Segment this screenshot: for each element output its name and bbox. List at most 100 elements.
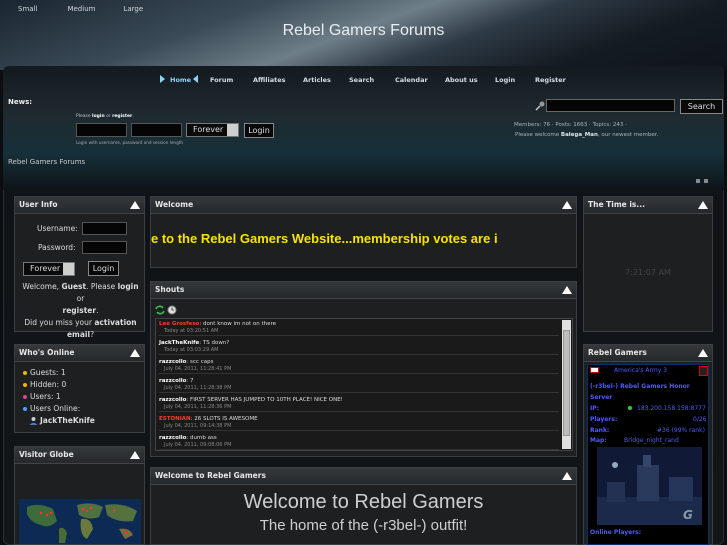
shout-text: scc caps xyxy=(190,359,214,365)
ip-label: IP: xyxy=(590,405,600,412)
time-clock: 7:21:07 AM xyxy=(625,268,671,277)
hint-login-link[interactable]: login xyxy=(92,114,105,119)
map-preview-image: G xyxy=(597,447,702,525)
shout-author-link[interactable]: razzcollo xyxy=(159,397,186,403)
nav-articles[interactable]: Articles xyxy=(303,76,331,84)
username-input[interactable] xyxy=(82,222,127,235)
shout-timestamp: July 04, 2011, 11:28:36 PM xyxy=(164,404,232,410)
header-session-select[interactable]: Forever xyxy=(186,123,239,137)
breadcrumb[interactable]: Rebel Gamers Forums xyxy=(8,158,85,166)
site-title: Rebel Gamers Forums xyxy=(282,22,445,39)
main-navbar: Home Forum Affiliates Articles Search Ca… xyxy=(150,70,586,90)
shout-message: razzcollo: dumb ass xyxy=(159,435,217,441)
nav-about-us[interactable]: About us xyxy=(445,76,478,84)
shout-author-link[interactable]: Lee Grosfeso xyxy=(159,321,199,327)
register-link[interactable]: register xyxy=(63,306,97,315)
login-button[interactable]: Login xyxy=(88,261,119,276)
header-password-input[interactable] xyxy=(131,123,182,137)
rebel-gamers-title: Rebel Gamers xyxy=(584,345,712,362)
collapse-icon[interactable] xyxy=(130,451,140,459)
search-button[interactable]: Search xyxy=(680,99,723,114)
server-name[interactable]: (-r3bel-) Rebel Gamers Honor Server xyxy=(590,381,708,403)
shout-text: dumb ass xyxy=(190,435,217,441)
user-info-panel: User Info Username: Password: Forever Lo… xyxy=(14,196,145,339)
shout-timestamp: July 04, 2011, 09:08:06 PM xyxy=(164,442,232,448)
nav-affiliates[interactable]: Affiliates xyxy=(253,76,286,84)
shout-author-link[interactable]: razzcollo xyxy=(159,378,186,384)
online-member-link[interactable]: JackTheKnife xyxy=(40,416,95,425)
collapse-icon[interactable] xyxy=(698,201,708,209)
login-hint: Please login or register. xyxy=(76,114,134,119)
shout-text: 26 SLOTS IS AWESOME xyxy=(194,416,258,422)
shout-author-link[interactable]: ESTONIAN xyxy=(159,416,191,422)
welcome-title: Welcome xyxy=(151,197,576,214)
welcome-guest-text: Welcome, Guest. Please login or register… xyxy=(22,282,139,339)
text-size-small[interactable]: Small xyxy=(18,5,37,13)
whos-online-panel: Who's Online Guests: 1 Hidden: 0 Users: … xyxy=(14,344,145,433)
nav-login[interactable]: Login xyxy=(495,76,515,84)
status-dot-icon xyxy=(23,371,27,375)
email-link[interactable]: email xyxy=(67,330,90,339)
shout-scrollbar[interactable] xyxy=(562,320,571,449)
hint-register-link[interactable]: register xyxy=(112,114,132,119)
collapse-icon[interactable] xyxy=(130,349,140,357)
nav-search[interactable]: Search xyxy=(349,76,374,84)
newest-member-link[interactable]: Balega_Man xyxy=(561,132,598,138)
nav-forum[interactable]: Forum xyxy=(210,76,233,84)
time-title: The Time is... xyxy=(584,197,712,214)
status-dot-icon xyxy=(23,395,27,399)
text-size-large[interactable]: Large xyxy=(123,5,143,13)
password-input[interactable] xyxy=(82,241,127,254)
search-input[interactable] xyxy=(546,99,675,112)
collapse-icon[interactable] xyxy=(562,201,572,209)
users-online-label: Users Online: xyxy=(30,404,81,413)
nav-home[interactable]: Home xyxy=(170,76,191,84)
online-players-label: Online Players: xyxy=(590,529,642,536)
shout-author-link[interactable]: JackTheKnife xyxy=(159,340,199,346)
collapse-icon[interactable] xyxy=(130,201,140,209)
game-icon xyxy=(699,366,708,376)
shout-item: razzcollo: 7 July 04, 2011, 11:28:38 PM xyxy=(159,377,559,393)
collapse-icon[interactable] xyxy=(698,349,708,357)
shout-author-link[interactable]: razzcollo xyxy=(159,435,186,441)
server-online-icon xyxy=(628,406,632,410)
shout-item: Lee Grosfeso: dont know im not on there T… xyxy=(159,320,559,336)
header-login-button[interactable]: Login xyxy=(244,123,274,138)
user-icon xyxy=(29,417,38,425)
username-label: Username: xyxy=(37,224,78,233)
server-players: 0/26 xyxy=(693,416,707,423)
refresh-icon[interactable] xyxy=(155,305,165,315)
shout-author-link[interactable]: razzcollo xyxy=(159,359,186,365)
time-panel: The Time is... 7:21:07 AM xyxy=(583,196,713,332)
collapse-icon[interactable] xyxy=(562,286,572,294)
shout-item: razzcollo: FIRST SERVER HAS JUMPED TO 10… xyxy=(159,396,559,412)
shout-message: razzcollo: 7 xyxy=(159,378,194,384)
server-ip: 183.200.158.158:8777 xyxy=(637,405,706,412)
nav-calendar[interactable]: Calendar xyxy=(395,76,428,84)
clock-icon[interactable] xyxy=(167,305,177,315)
activation-link[interactable]: activation xyxy=(94,318,136,327)
login-link[interactable]: login xyxy=(118,282,139,291)
shout-item: ESTONIAN: 26 SLOTS IS AWESOME July 04, 20… xyxy=(159,415,559,431)
globe-map-image[interactable] xyxy=(19,499,141,544)
shout-text: FIRST SERVER HAS JUMPED TO 10TH PLACE! N… xyxy=(190,397,343,403)
shout-timestamp: Today at 03:03:29 AM xyxy=(164,347,219,353)
header-username-input[interactable] xyxy=(76,123,127,137)
news-label: News: xyxy=(8,98,33,106)
header-dots xyxy=(696,179,708,183)
status-dot-icon xyxy=(23,407,27,411)
password-label: Password: xyxy=(38,243,76,252)
collapse-icon[interactable] xyxy=(562,472,572,480)
shout-message: Lee Grosfeso: dont know im not on there xyxy=(159,321,277,327)
shout-timestamp: Today at 03:20:51 AM xyxy=(164,328,219,334)
players-label: Players: xyxy=(590,416,618,423)
session-select[interactable]: Forever xyxy=(23,262,75,276)
nav-register[interactable]: Register xyxy=(535,76,566,84)
server-game: America's Army 3 xyxy=(614,367,668,374)
shout-item: razzcollo: dumb ass July 04, 2011, 09:08:… xyxy=(159,434,559,450)
text-size-medium[interactable]: Medium xyxy=(67,5,95,13)
newest-member: Please welcome Balega_Man, our newest me… xyxy=(515,132,659,138)
shout-text: TS down? xyxy=(202,340,230,346)
forum-stats: Members: 76 · Posts: 1663 · Topics: 243 … xyxy=(514,122,627,128)
login-note: Login with username, password and sessio… xyxy=(76,140,184,145)
